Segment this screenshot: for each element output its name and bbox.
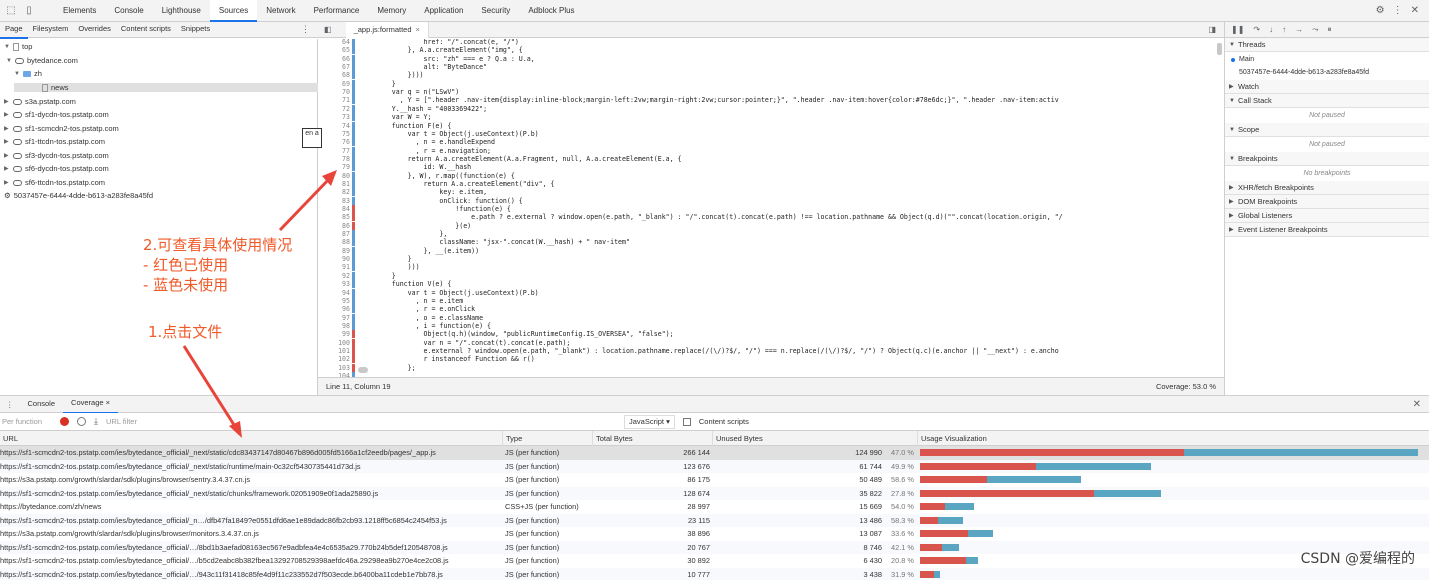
arrow-to-file [182,345,242,438]
annotation-arrows [182,170,337,438]
watermark: CSDN @爱编程的 [1300,551,1415,567]
arrow-to-code [278,170,337,232]
